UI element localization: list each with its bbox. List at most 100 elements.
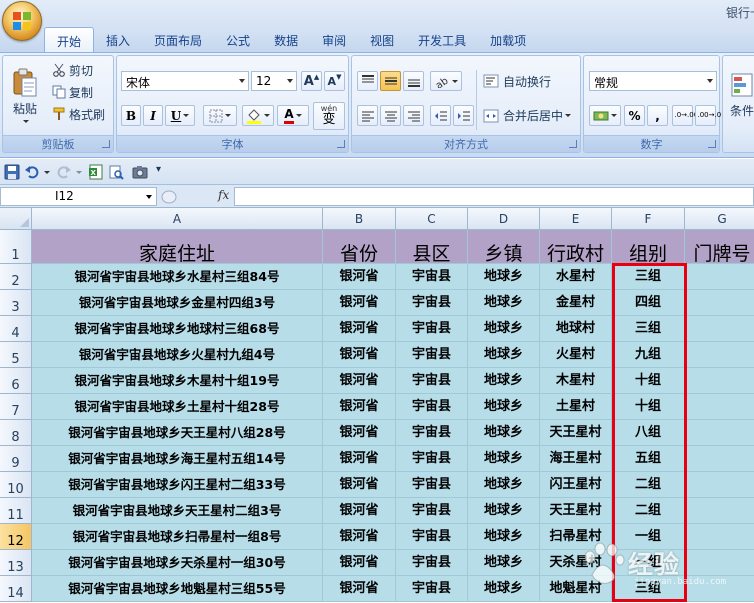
column-header-a[interactable]: A xyxy=(32,208,323,230)
cell-c10[interactable]: 宇宙县 xyxy=(396,472,468,498)
cell-f12[interactable]: 一组 xyxy=(612,524,685,550)
borders-button[interactable] xyxy=(203,105,237,126)
save-icon[interactable] xyxy=(4,164,20,180)
comma-button[interactable]: , xyxy=(647,105,668,126)
cell-c6[interactable]: 宇宙县 xyxy=(396,368,468,394)
tab-home[interactable]: 开始 xyxy=(44,27,95,52)
cell-a6[interactable]: 银河省宇宙县地球乡木星村十组19号 xyxy=(32,368,323,394)
tab-view[interactable]: 视图 xyxy=(358,27,406,52)
cell-f2[interactable]: 三组 xyxy=(612,264,685,290)
cell-b2[interactable]: 银河省 xyxy=(323,264,396,290)
decrease-decimal-button[interactable]: .00→.0 xyxy=(695,105,721,126)
cell-g8[interactable] xyxy=(685,420,754,446)
row-header-8[interactable]: 8 xyxy=(0,420,32,446)
cell-e2[interactable]: 水星村 xyxy=(540,264,612,290)
cell-a14[interactable]: 银河省宇宙县地球乡地魁星村三组55号 xyxy=(32,576,323,602)
cell-b9[interactable]: 银河省 xyxy=(323,446,396,472)
cell-d9[interactable]: 地球乡 xyxy=(468,446,540,472)
cell-c13[interactable]: 宇宙县 xyxy=(396,550,468,576)
alignment-launcher-icon[interactable] xyxy=(569,140,577,148)
cell-g7[interactable] xyxy=(685,394,754,420)
cell-b13[interactable]: 银河省 xyxy=(323,550,396,576)
camera-icon[interactable] xyxy=(132,164,148,180)
redo-icon[interactable] xyxy=(56,164,72,180)
cell-e7[interactable]: 土星村 xyxy=(540,394,612,420)
row-header-10[interactable]: 10 xyxy=(0,472,32,498)
copy-button[interactable]: 复制 xyxy=(51,82,111,102)
row-header-11[interactable]: 11 xyxy=(0,498,32,524)
tab-page-layout[interactable]: 页面布局 xyxy=(142,27,214,52)
cell-g12[interactable] xyxy=(685,524,754,550)
redo-dropdown-icon[interactable] xyxy=(76,171,82,174)
excel-sheet-icon[interactable]: X xyxy=(88,164,104,180)
cell-b14[interactable]: 银河省 xyxy=(323,576,396,602)
cell-c5[interactable]: 宇宙县 xyxy=(396,342,468,368)
percent-button[interactable]: % xyxy=(624,105,645,126)
cell-b11[interactable]: 银河省 xyxy=(323,498,396,524)
cell-e5[interactable]: 火星村 xyxy=(540,342,612,368)
cell-d3[interactable]: 地球乡 xyxy=(468,290,540,316)
header-cell-f[interactable]: 组别 xyxy=(612,230,685,264)
number-format-combo[interactable]: 常规 xyxy=(589,71,717,91)
cell-c2[interactable]: 宇宙县 xyxy=(396,264,468,290)
cell-f8[interactable]: 八组 xyxy=(612,420,685,446)
undo-icon[interactable] xyxy=(24,164,40,180)
cut-button[interactable]: 剪切 xyxy=(51,60,111,80)
customize-qat-icon[interactable]: ▾ xyxy=(156,164,161,175)
merge-center-button[interactable]: 合并后居中 xyxy=(482,105,580,126)
font-size-combo[interactable]: 12 xyxy=(251,71,297,91)
cell-e10[interactable]: 闪王星村 xyxy=(540,472,612,498)
underline-button[interactable]: U xyxy=(165,105,195,126)
number-launcher-icon[interactable] xyxy=(708,140,716,148)
cell-c12[interactable]: 宇宙县 xyxy=(396,524,468,550)
font-name-combo[interactable]: 宋体 xyxy=(121,71,249,91)
column-header-b[interactable]: B xyxy=(323,208,396,230)
row-header-4[interactable]: 4 xyxy=(0,316,32,342)
cell-d2[interactable]: 地球乡 xyxy=(468,264,540,290)
align-left-button[interactable] xyxy=(357,105,378,126)
cell-f11[interactable]: 二组 xyxy=(612,498,685,524)
tab-developer[interactable]: 开发工具 xyxy=(406,27,478,52)
header-cell-b[interactable]: 省份 xyxy=(323,230,396,264)
column-header-g[interactable]: G xyxy=(685,208,754,230)
row-header-5[interactable]: 5 xyxy=(0,342,32,368)
cell-b12[interactable]: 银河省 xyxy=(323,524,396,550)
cell-b8[interactable]: 银河省 xyxy=(323,420,396,446)
cell-f7[interactable]: 十组 xyxy=(612,394,685,420)
cell-e12[interactable]: 扫帚星村 xyxy=(540,524,612,550)
cell-c14[interactable]: 宇宙县 xyxy=(396,576,468,602)
cell-a8[interactable]: 银河省宇宙县地球乡天王星村八组28号 xyxy=(32,420,323,446)
cell-e11[interactable]: 天王星村 xyxy=(540,498,612,524)
format-painter-button[interactable]: 格式刷 xyxy=(51,104,113,124)
cell-b4[interactable]: 银河省 xyxy=(323,316,396,342)
cell-a2[interactable]: 银河省宇宙县地球乡水星村三组84号 xyxy=(32,264,323,290)
cell-b5[interactable]: 银河省 xyxy=(323,342,396,368)
cell-d14[interactable]: 地球乡 xyxy=(468,576,540,602)
align-center-button[interactable] xyxy=(380,105,401,126)
header-cell-d[interactable]: 乡镇 xyxy=(468,230,540,264)
cell-a7[interactable]: 银河省宇宙县地球乡土星村十组28号 xyxy=(32,394,323,420)
accounting-format-button[interactable] xyxy=(589,105,621,126)
fill-color-button[interactable] xyxy=(242,105,274,126)
cell-a12[interactable]: 银河省宇宙县地球乡扫帚星村一组8号 xyxy=(32,524,323,550)
grow-font-button[interactable]: A ▲ xyxy=(301,71,322,91)
column-header-c[interactable]: C xyxy=(396,208,468,230)
phonetic-button[interactable]: wén 变 xyxy=(313,102,345,130)
wrap-text-button[interactable]: 自动换行 xyxy=(482,71,578,91)
paste-dropdown-icon[interactable] xyxy=(23,119,29,123)
cell-c4[interactable]: 宇宙县 xyxy=(396,316,468,342)
row-header-13[interactable]: 13 xyxy=(0,550,32,576)
header-cell-c[interactable]: 县区 xyxy=(396,230,468,264)
decrease-indent-button[interactable] xyxy=(430,105,451,126)
row-header-7[interactable]: 7 xyxy=(0,394,32,420)
tab-formulas[interactable]: 公式 xyxy=(214,27,262,52)
cell-d11[interactable]: 地球乡 xyxy=(468,498,540,524)
row-header-1[interactable]: 1 xyxy=(0,230,32,264)
tab-insert[interactable]: 插入 xyxy=(94,27,142,52)
cell-c11[interactable]: 宇宙县 xyxy=(396,498,468,524)
italic-button[interactable]: I xyxy=(143,105,163,126)
cell-a3[interactable]: 银河省宇宙县地球乡金星村四组3号 xyxy=(32,290,323,316)
cell-f10[interactable]: 二组 xyxy=(612,472,685,498)
name-box[interactable]: I12 xyxy=(0,187,157,206)
row-header-12[interactable]: 12 xyxy=(0,524,32,550)
